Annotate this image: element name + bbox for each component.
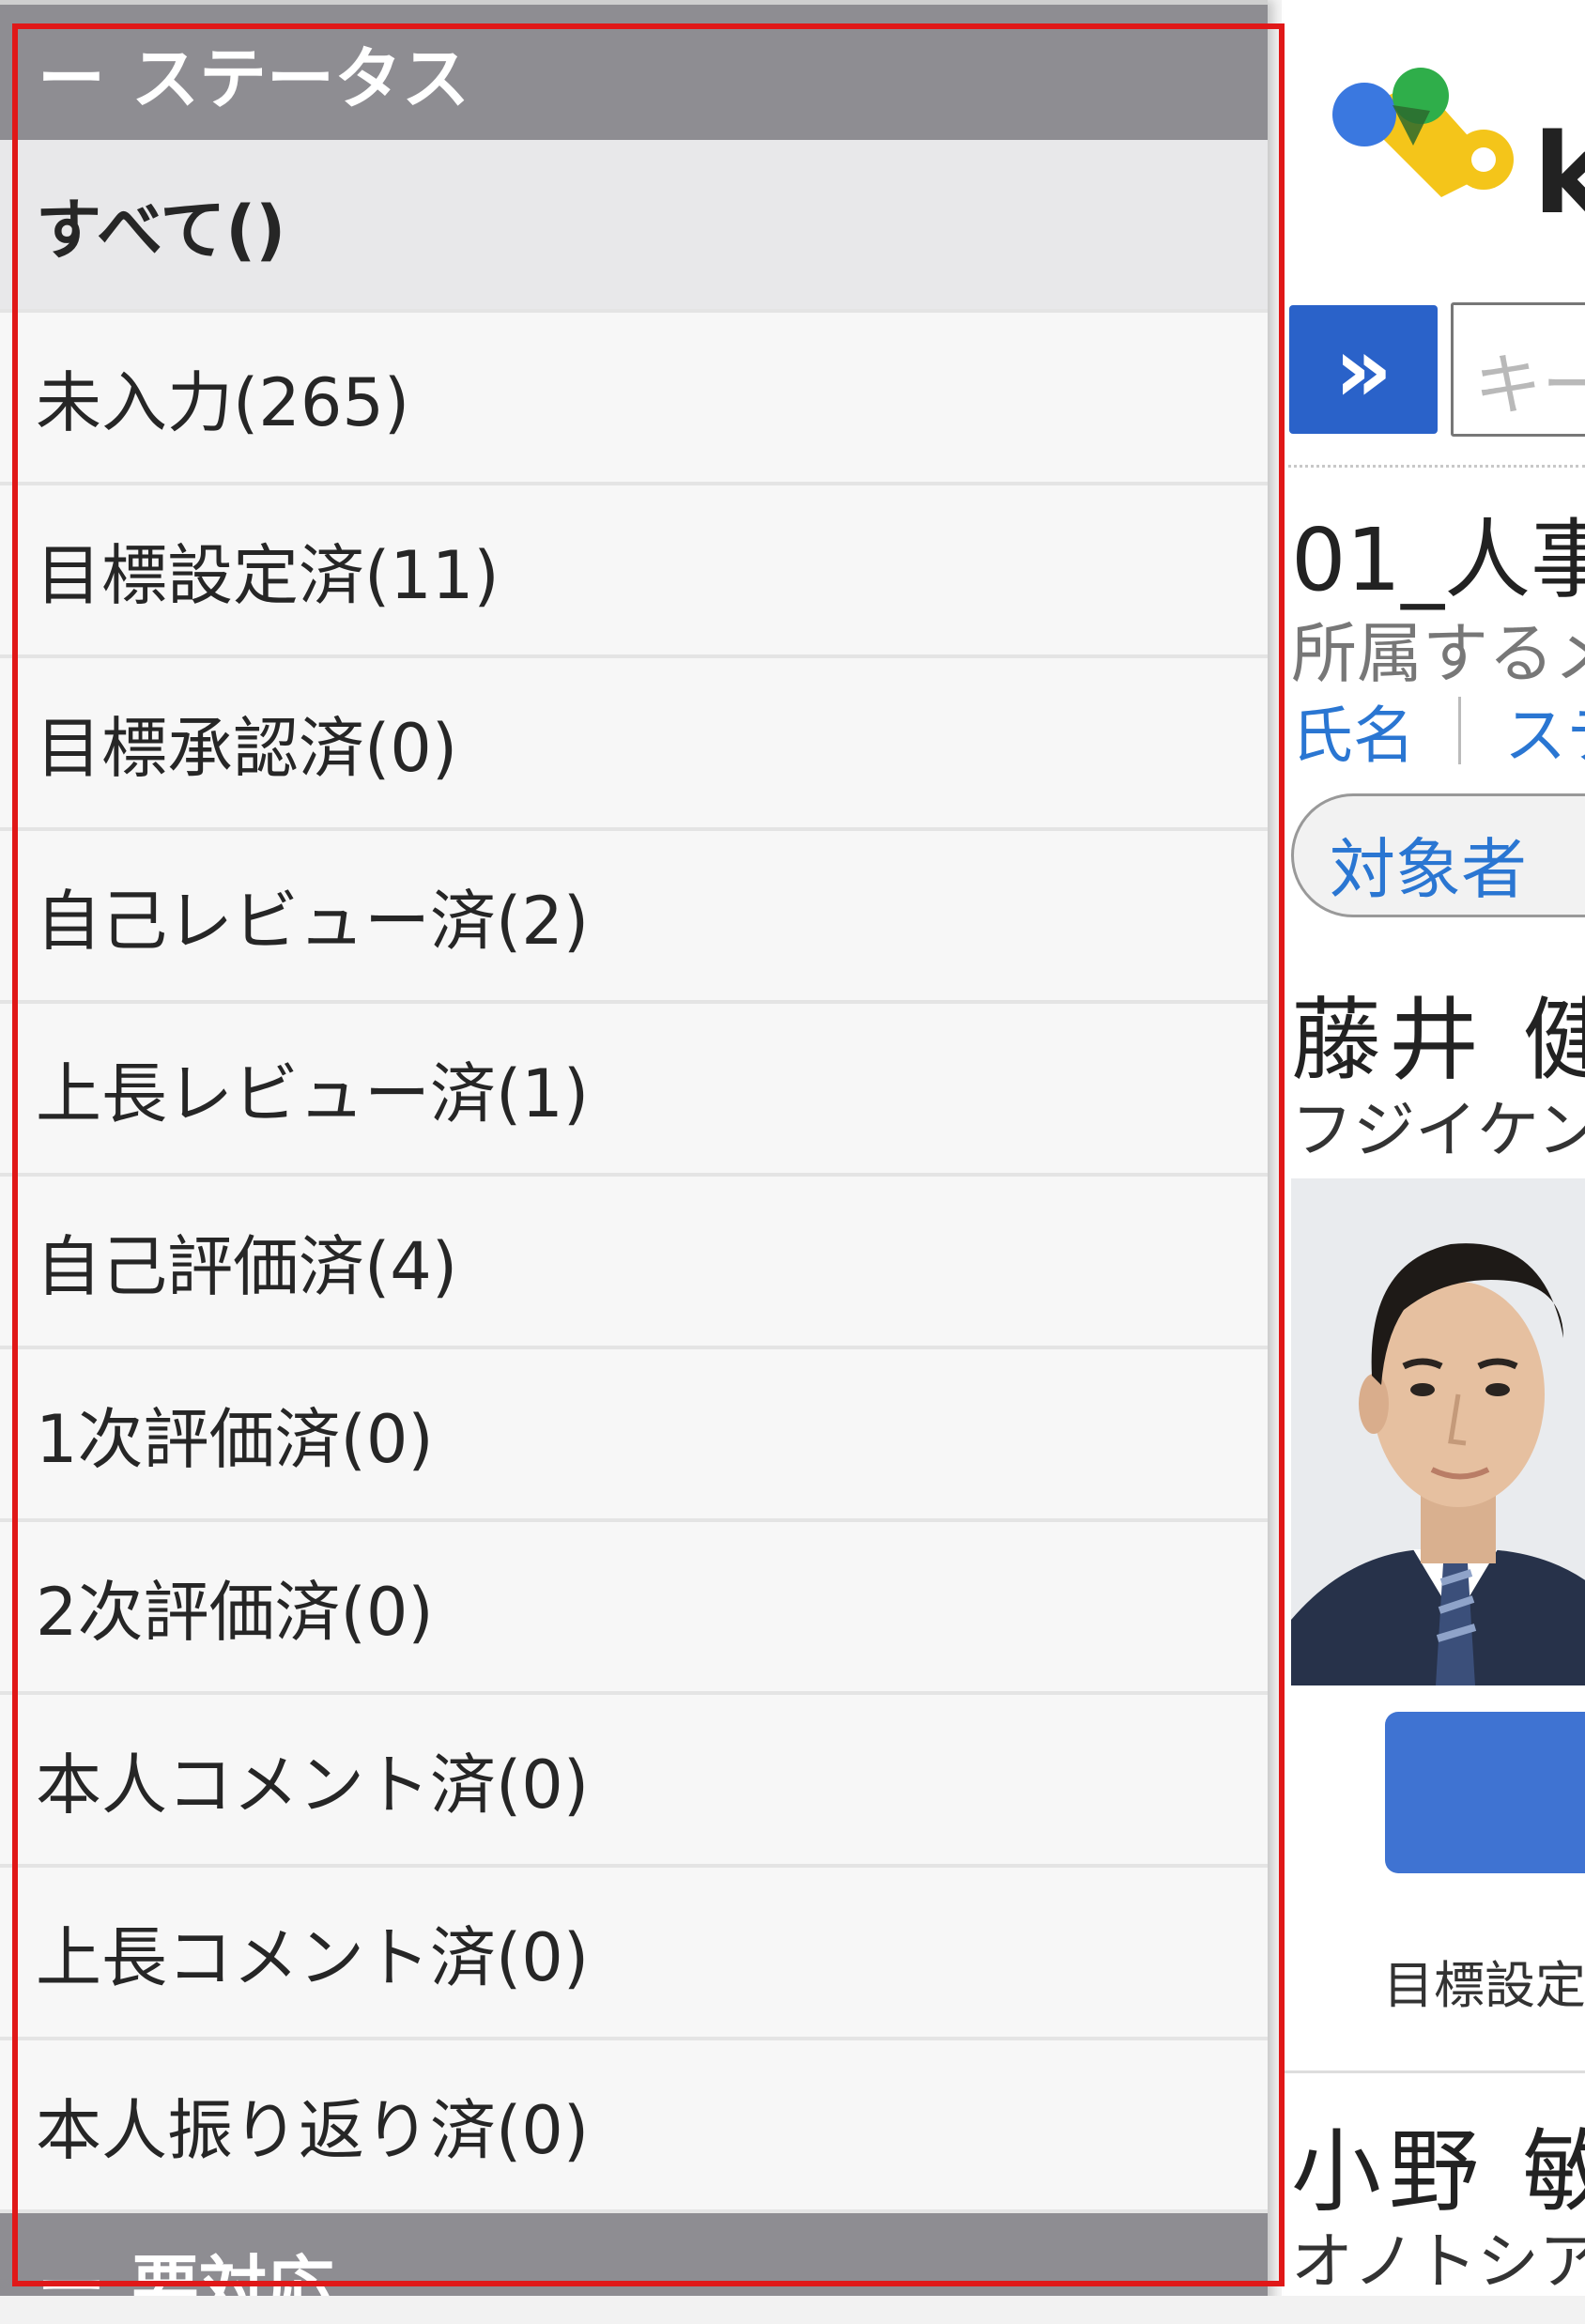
double-chevron-right-icon: » <box>1333 316 1393 423</box>
member-kana: オノトシア <box>1291 2225 1585 2298</box>
logo-text: ko <box>1533 109 1585 239</box>
sort-links: 氏名 ステ <box>1291 685 1585 776</box>
member-name[interactable]: 藤井 健 <box>1291 967 1585 1098</box>
status-filter-panel: ー ステータス すべて() 未入力(265) 目標設定済(11) 目標承認済(0… <box>0 0 1268 2324</box>
status-item-self-reviewed[interactable]: 自己レビュー済(2) <box>0 831 1268 1004</box>
status-item-not-entered[interactable]: 未入力(265) <box>0 313 1268 485</box>
logo-icon <box>1332 68 1514 197</box>
member-name[interactable]: 小野 敏 <box>1291 2099 1585 2229</box>
status-item-label: 自己レビュー済(2) <box>36 882 590 960</box>
member-status: 目標設定 <box>1383 1956 1585 2015</box>
status-item-label: 未入力(265) <box>36 363 410 441</box>
status-item-second-evaluated[interactable]: 2次評価済(0) <box>0 1522 1268 1695</box>
expand-sidebar-button[interactable]: » <box>1289 305 1438 434</box>
status-item-label: 目標承認済(0) <box>36 709 458 787</box>
status-item-label: 1次評価済(0) <box>36 1400 434 1478</box>
divider <box>1458 697 1461 764</box>
sort-by-name-link[interactable]: 氏名 <box>1291 685 1415 776</box>
status-item-label: 上長コメント済(0) <box>36 1918 590 1996</box>
bottom-strip <box>0 2296 1585 2324</box>
status-item-manager-reviewed[interactable]: 上長レビュー済(1) <box>0 1004 1268 1177</box>
group-title: 01_人事 <box>1291 510 1585 610</box>
status-item-label: 本人振り返り済(0) <box>36 2091 590 2169</box>
status-item-label: すべて() <box>36 191 286 269</box>
status-item-goal-approved[interactable]: 目標承認済(0) <box>0 658 1268 831</box>
search-input[interactable]: キー <box>1451 302 1585 437</box>
status-item-first-evaluated[interactable]: 1次評価済(0) <box>0 1349 1268 1522</box>
collapse-icon: ー <box>38 38 106 118</box>
status-item-self-evaluated[interactable]: 自己評価済(4) <box>0 1177 1268 1349</box>
sort-by-status-link[interactable]: ステ <box>1504 685 1585 776</box>
status-item-all[interactable]: すべて() <box>0 140 1268 313</box>
divider <box>1282 2070 1585 2073</box>
background-page: ko » キー 01_人事 所属するメ 氏名 ステ 対象者 藤井 健 フジイケン <box>1282 0 1585 2324</box>
status-item-label: 上長レビュー済(1) <box>36 1054 590 1132</box>
status-section-header[interactable]: ー ステータス <box>0 5 1268 140</box>
status-item-label: 自己評価済(4) <box>36 1227 458 1305</box>
status-item-self-commented[interactable]: 本人コメント済(0) <box>0 1695 1268 1868</box>
status-item-self-reflected[interactable]: 本人振り返り済(0) <box>0 2040 1268 2213</box>
member-photo <box>1291 1178 1585 1685</box>
status-item-label: 本人コメント済(0) <box>36 1746 590 1824</box>
status-item-label: 2次評価済(0) <box>36 1573 434 1651</box>
group-description: 所属するメ <box>1291 615 1585 692</box>
status-item-label: 目標設定済(11) <box>36 536 500 614</box>
status-item-goal-set[interactable]: 目標設定済(11) <box>0 485 1268 658</box>
member-kana: フジイケン <box>1291 1094 1585 1166</box>
divider <box>1282 465 1585 468</box>
evaluation-button[interactable] <box>1385 1712 1585 1873</box>
status-list: すべて() 未入力(265) 目標設定済(11) 目標承認済(0) 自己レビュー… <box>0 140 1268 2213</box>
status-item-manager-commented[interactable]: 上長コメント済(0) <box>0 1868 1268 2040</box>
filter-pill-target[interactable]: 対象者 <box>1291 793 1585 917</box>
section-title: ステータス <box>131 38 470 118</box>
